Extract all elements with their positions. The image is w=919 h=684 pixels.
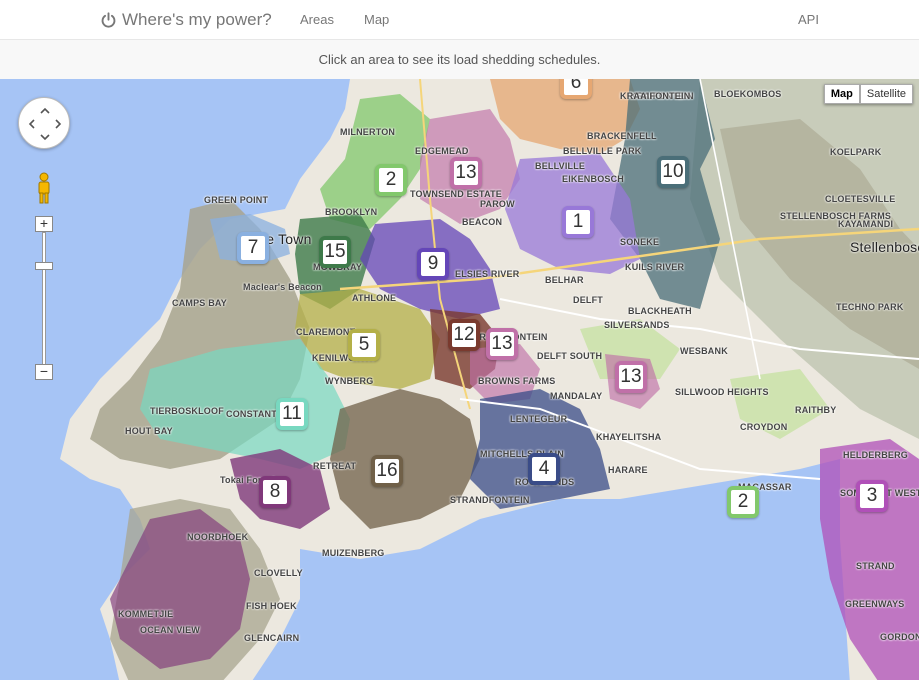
place-label: CROYDON — [740, 422, 788, 432]
zoom-control: + − — [35, 216, 53, 386]
map-canvas[interactable]: MILNERTON EDGEMEAD BELLVILLE PARK KRAIFONTE… — [0, 79, 919, 684]
place-label: TIERBOSKLOOF — [150, 406, 224, 416]
zoom-slider-thumb[interactable] — [35, 262, 53, 270]
area-marker-12[interactable]: 12 — [448, 319, 480, 351]
place-label: BROOKLYN — [325, 207, 378, 217]
place-label: BELLVILLE — [535, 161, 586, 171]
nav-map[interactable]: Map — [364, 12, 389, 27]
place-label: FISH HOEK — [246, 601, 297, 611]
place-label: MILNERTON — [340, 127, 396, 137]
place-label: DELFT SOUTH — [537, 351, 603, 361]
place-label: HELDERBERG — [843, 450, 909, 460]
place-label: KOELPARK — [830, 147, 882, 157]
place-label: DELFT — [573, 295, 603, 305]
place-label: HARARE — [608, 465, 648, 475]
place-label: STRAND — [856, 561, 895, 571]
place-label: BROWNS FARMS — [478, 376, 556, 386]
place-label: BEACON — [462, 217, 503, 227]
zoom-slider-track[interactable] — [42, 232, 46, 372]
place-label: MUIZENBERG — [322, 548, 385, 558]
area-marker-11[interactable]: 11 — [276, 398, 308, 430]
place-label: NOORDHOEK — [187, 532, 249, 542]
place-label: EDGEMEAD — [415, 146, 469, 156]
place-label: GREEN POINT — [204, 195, 269, 205]
place-label: BLOEKOMBOS — [714, 89, 782, 99]
place-label: BELHAR — [545, 275, 584, 285]
place-label: KAYAMANDI — [838, 219, 894, 229]
area-marker-13[interactable]: 13 — [486, 328, 518, 360]
place-label: CLOETESVILLE — [825, 194, 896, 204]
place-label: BELLVILLE PARK — [563, 146, 642, 156]
area-marker-13[interactable]: 13 — [450, 157, 482, 189]
map-type-map-button[interactable]: Map — [823, 84, 860, 104]
place-label: STRANDFONTEIN — [450, 495, 530, 505]
area-marker-2[interactable]: 2 — [727, 486, 759, 518]
page-bottom — [0, 680, 919, 684]
place-label: LENTEGEUR — [510, 414, 568, 424]
nav-areas[interactable]: Areas — [300, 12, 334, 27]
map-type-control: Map Satellite — [823, 84, 913, 104]
instruction-bar: Click an area to see its load shedding s… — [0, 40, 919, 79]
place-label: OCEAN VIEW — [140, 625, 201, 635]
place-label: WESBANK — [680, 346, 728, 356]
map-type-satellite-button[interactable]: Satellite — [859, 84, 913, 104]
area-marker-13[interactable]: 13 — [615, 361, 647, 393]
place-label: KOMMETJIE — [118, 609, 174, 619]
pan-arrows-icon — [28, 107, 62, 141]
pan-control[interactable] — [18, 97, 70, 149]
place-label: EIKENBOSCH — [562, 174, 625, 184]
area-marker-15[interactable]: 15 — [319, 236, 351, 268]
place-label: GREENWAYS — [845, 599, 905, 609]
place-label: SILVERSANDS — [604, 320, 670, 330]
place-label: SONEKE — [620, 237, 660, 247]
area-marker-3[interactable]: 3 — [856, 480, 888, 512]
place-label: SILLWOOD HEIGHTS — [675, 387, 769, 397]
area-marker-4[interactable]: 4 — [528, 453, 560, 485]
place-label: BLACKHEATH — [628, 306, 692, 316]
brand-link[interactable]: Where's my power? — [100, 10, 272, 30]
place-label: CLOVELLY — [254, 568, 303, 578]
instruction-text: Click an area to see its load shedding s… — [318, 52, 601, 67]
place-label: ELSIES RIVER — [455, 269, 520, 279]
navbar: Where's my power? Areas Map API — [0, 0, 919, 40]
place-label: Maclear's Beacon — [243, 282, 322, 292]
place-label: PAROW — [480, 199, 515, 209]
nav-api[interactable]: API — [798, 12, 819, 27]
place-label: CAMPS BAY — [172, 298, 227, 308]
place-label: GLENCAIRN — [244, 633, 300, 643]
place-label: ATHLONE — [352, 293, 397, 303]
area-marker-8[interactable]: 8 — [259, 476, 291, 508]
place-label: KUILS RIVER — [625, 262, 685, 272]
place-label: GORDON — [880, 632, 919, 642]
power-icon — [101, 11, 116, 28]
place-label: RETREAT — [313, 461, 357, 471]
area-marker-1[interactable]: 1 — [562, 206, 594, 238]
place-label: TOWNSEND ESTATE — [410, 189, 503, 199]
place-label: TECHNO PARK — [836, 302, 904, 312]
place-label: Stellenbosch — [850, 239, 919, 255]
brand-title: Where's my power? — [122, 10, 272, 29]
area-marker-10[interactable]: 10 — [657, 156, 689, 188]
area-marker-7[interactable]: 7 — [237, 232, 269, 264]
place-label: MANDALAY — [550, 391, 603, 401]
place-label: RAITHBY — [795, 405, 837, 415]
place-label: CLAREMONT — [296, 327, 356, 337]
place-label: WYNBERG — [325, 376, 374, 386]
zoom-out-button[interactable]: − — [35, 364, 53, 380]
place-label: HOUT BAY — [125, 426, 173, 436]
street-view-pegman-icon[interactable] — [36, 172, 52, 204]
area-marker-6[interactable]: 6 — [560, 79, 592, 99]
area-marker-5[interactable]: 5 — [348, 329, 380, 361]
place-label: KRAAIFONTEIN — [620, 91, 691, 101]
area-marker-16[interactable]: 16 — [371, 455, 403, 487]
zoom-in-button[interactable]: + — [35, 216, 53, 232]
area-marker-9[interactable]: 9 — [417, 248, 449, 280]
place-label: KHAYELITSHA — [596, 432, 662, 442]
area-marker-2[interactable]: 2 — [375, 164, 407, 196]
place-label: BRACKENFELL — [587, 131, 657, 141]
